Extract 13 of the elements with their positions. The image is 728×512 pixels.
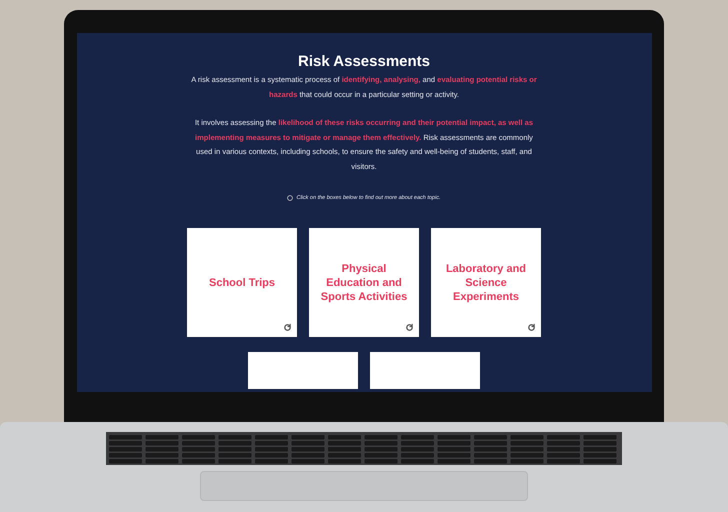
- topic-card[interactable]: School Trips: [187, 228, 297, 337]
- rotate-icon: [405, 323, 414, 332]
- card-title: Laboratory and Science Experiments: [444, 262, 528, 304]
- topic-card[interactable]: Physical Education and Sports Activities: [309, 228, 419, 337]
- rotate-icon: [527, 323, 536, 332]
- topic-card[interactable]: [370, 352, 480, 389]
- rotate-icon: [283, 323, 292, 332]
- topic-card[interactable]: Laboratory and Science Experiments: [431, 228, 541, 337]
- topic-card[interactable]: [248, 352, 358, 389]
- card-title: Physical Education and Sports Activities: [320, 262, 408, 304]
- info-icon: [287, 195, 294, 201]
- card-title: School Trips: [208, 276, 275, 290]
- page-title: Risk Assessments: [298, 53, 430, 71]
